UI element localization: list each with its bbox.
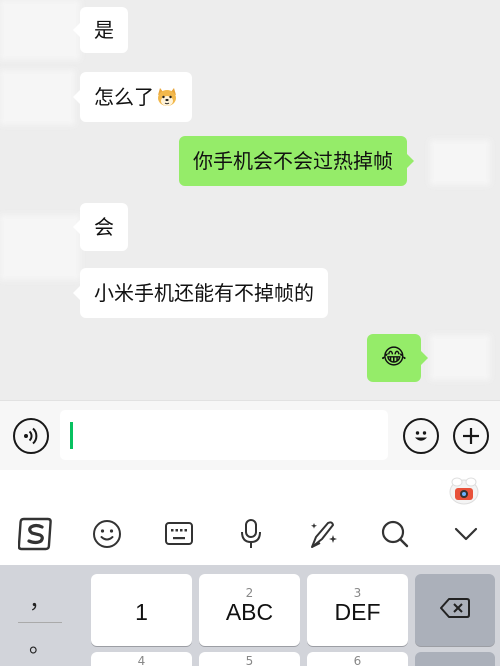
redaction-blur	[0, 70, 75, 125]
key-number: 2	[245, 586, 254, 600]
message-bubble-received[interactable]: 会	[73, 203, 128, 251]
redaction-blur	[430, 335, 490, 380]
message-bubble-received[interactable]: 是	[73, 7, 128, 53]
key-mno[interactable]: 6	[307, 652, 408, 666]
plus-icon[interactable]	[453, 418, 489, 454]
key-comma[interactable]: ，	[9, 583, 71, 615]
chevron-down-icon[interactable]	[446, 514, 486, 554]
key-ghi[interactable]: 4	[91, 652, 192, 666]
key-number: 3	[353, 586, 362, 600]
voice-icon[interactable]	[13, 418, 49, 454]
key-1[interactable]: 1	[91, 574, 192, 646]
message-text: 小米手机还能有不掉帧的	[94, 281, 314, 305]
backspace-key[interactable]	[415, 574, 495, 646]
redaction-blur	[0, 0, 80, 60]
message-bubble-sent[interactable]: 你手机会不会过热掉帧	[179, 136, 414, 186]
symbol-divider	[18, 622, 62, 623]
message-text: 你手机会不会过热掉帧	[193, 149, 393, 173]
message-text: 会	[94, 215, 114, 239]
key-label: ABC	[225, 599, 274, 625]
ime-mascot-icon[interactable]	[446, 474, 482, 508]
keyboard-icon[interactable]	[159, 514, 199, 554]
sogou-logo-icon[interactable]	[16, 514, 56, 554]
key-period[interactable]: 。	[9, 627, 71, 659]
key-number: 4	[137, 654, 146, 666]
key-number: 6	[353, 654, 362, 666]
backspace-icon	[440, 597, 470, 623]
key-def[interactable]: 3 DEF	[307, 574, 408, 646]
chat-area: 是 怎么了 你手机会不会过热掉帧 会 小米手机还能有不掉帧的 😂	[0, 0, 500, 400]
key-jkl[interactable]: 5	[199, 652, 300, 666]
key-label: DEF	[334, 599, 381, 625]
search-icon[interactable]	[375, 514, 415, 554]
message-bubble-received[interactable]: 怎么了	[73, 72, 192, 122]
message-text: 是	[94, 18, 114, 42]
key-label: 1	[135, 599, 148, 625]
message-text: 怎么了	[94, 85, 154, 109]
message-bubble-sent[interactable]: 😂	[367, 334, 428, 382]
key-reenter[interactable]	[415, 652, 495, 666]
message-input-bar	[0, 400, 500, 470]
message-bubble-received[interactable]: 小米手机还能有不掉帧的	[73, 268, 328, 318]
redaction-blur	[430, 140, 490, 185]
key-abc[interactable]: 2 ABC	[199, 574, 300, 646]
magic-pen-icon[interactable]	[303, 514, 343, 554]
microphone-icon[interactable]	[231, 514, 271, 554]
ime-keyboard: ， 。 1 2 ABC 3 DEF 4 5 6	[0, 565, 500, 666]
key-number: 5	[245, 654, 254, 666]
redaction-blur	[0, 215, 80, 280]
dog-face-emoji-icon	[156, 87, 178, 107]
emoji-icon[interactable]	[403, 418, 439, 454]
message-input[interactable]	[60, 410, 388, 460]
smiley-icon[interactable]	[87, 514, 127, 554]
text-caret	[70, 422, 73, 449]
tears-of-joy-emoji: 😂	[381, 345, 407, 370]
